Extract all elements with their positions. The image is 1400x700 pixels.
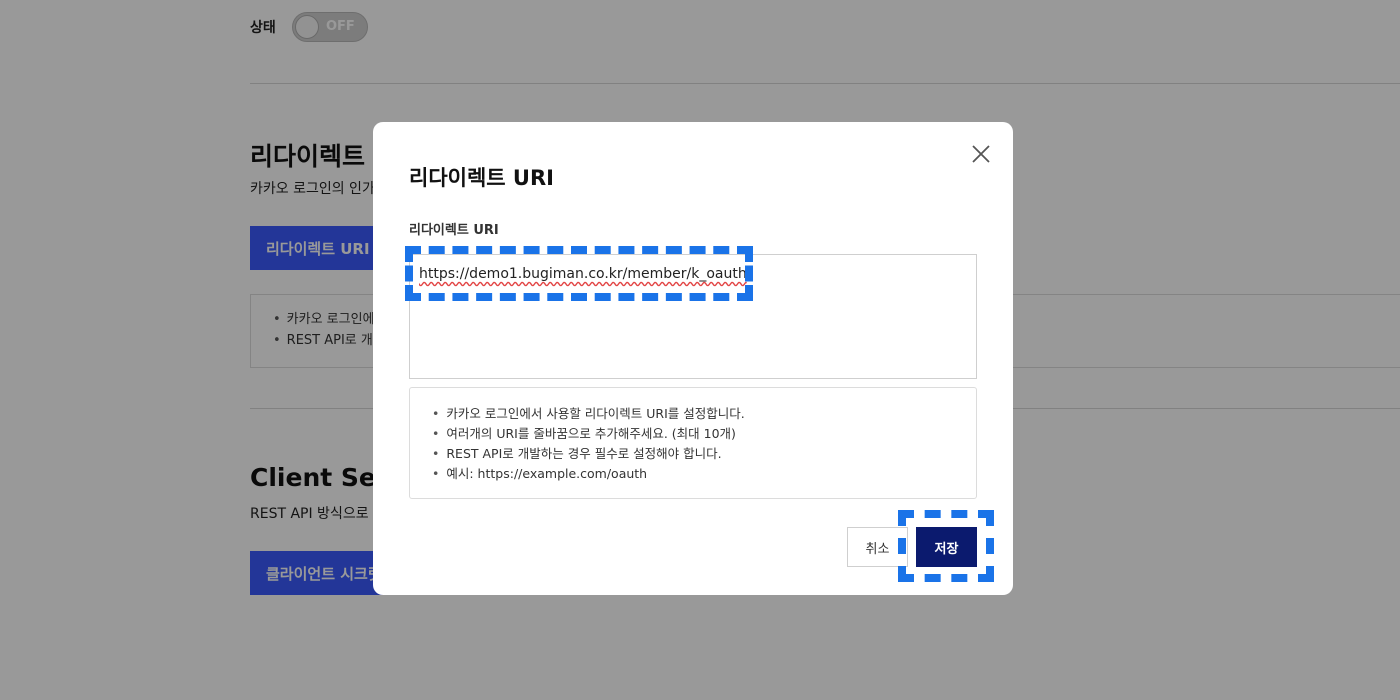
cancel-button[interactable]: 취소 [847,527,908,567]
uri-field-label: 리다이렉트 URI [409,223,499,238]
hint-item: REST API로 개발하는 경우 필수로 설정해야 합니다. [432,444,976,464]
close-button[interactable] [969,142,993,166]
hint-box: 카카오 로그인에서 사용할 리다이렉트 URI를 설정합니다. 여러개의 URI… [409,387,977,499]
redirect-uri-value: https://demo1.bugiman.co.kr/member/k_oau… [419,266,747,282]
hint-item: 여러개의 URI를 줄바꿈으로 추가해주세요. (최대 10개) [432,424,976,444]
redirect-uri-modal: 리다이렉트 URI 리다이렉트 URI https://demo1.bugima… [373,122,1013,595]
redirect-uri-textarea[interactable]: https://demo1.bugiman.co.kr/member/k_oau… [409,254,977,379]
hint-item: 예시: https://example.com/oauth [432,464,976,484]
save-button[interactable]: 저장 [916,527,977,567]
close-icon [972,145,990,163]
hint-item: 카카오 로그인에서 사용할 리다이렉트 URI를 설정합니다. [432,404,976,424]
modal-title: 리다이렉트 URI [409,166,554,190]
